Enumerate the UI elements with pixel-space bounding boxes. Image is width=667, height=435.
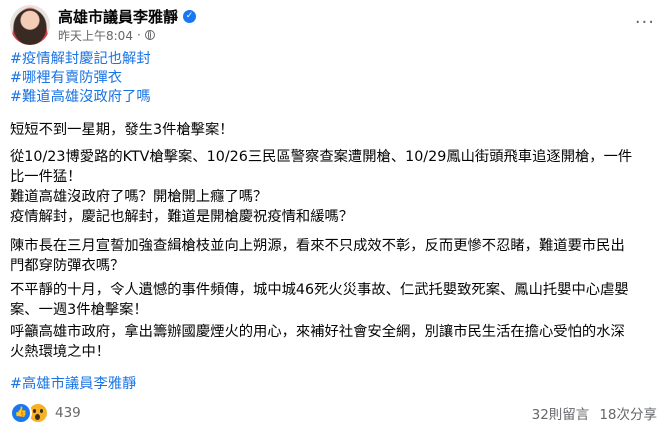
hashtag-link[interactable]: #哪裡有賣防彈衣 — [10, 69, 151, 88]
engagement-stats: 32則留言 18次分享 — [532, 403, 657, 423]
post-paragraph: 不平靜的十月，令人遺憾的事件頻傳，城中城46死火災事故、仁武托嬰致死案、鳳山托嬰… — [10, 281, 629, 320]
hashtag-list: #疫情解封慶記也解封 #哪裡有賣防彈衣 #難道高雄沒政府了嗎 — [10, 50, 151, 107]
author-name[interactable]: 高雄市議員李雅靜 — [58, 6, 178, 27]
post-header: 高雄市議員李雅靜 ✓ 昨天上午8:04 · ··· — [10, 2, 657, 50]
hashtag-link[interactable]: #難道高雄沒政府了嗎 — [10, 88, 151, 107]
post-paragraph: 陳市長在三月宣誓加強查緝槍枝並向上朔源，看來不只成效不彰，反而更慘不忍睹，難道要… — [10, 237, 625, 276]
more-options-icon[interactable]: ··· — [635, 12, 655, 33]
like-reaction-icon: 👍 — [10, 402, 32, 424]
share-count-link[interactable]: 18次分享 — [599, 403, 657, 423]
post-line: 陳市長在三月宣誓加強查緝槍枝並向上朔源，看來不只成效不彰，反而更慘不忍睹，難道要… — [10, 238, 625, 254]
post-paragraph: 難道高雄沒政府了嗎？開槍開上癮了嗎？ 疫情解封，慶記也解封，難道是開槍慶祝疫情和… — [10, 188, 353, 227]
hashtag-link[interactable]: #疫情解封慶記也解封 — [10, 50, 151, 69]
post-line: 不平靜的十月，令人遺憾的事件頻傳，城中城46死火災事故、仁武托嬰致死案、鳳山托嬰… — [10, 282, 629, 298]
post-line: 火熱環境之中！ — [10, 343, 111, 360]
closing-hashtag[interactable]: #高雄市議員李雅靜 — [10, 375, 136, 395]
reaction-count[interactable]: 439 — [55, 405, 81, 421]
post-line: 案、一週3件槍擊案！ — [10, 301, 148, 318]
meta-separator: · — [136, 28, 141, 42]
post-timestamp[interactable]: 昨天上午8:04 — [58, 27, 133, 44]
post-line: 難道高雄沒政府了嗎？開槍開上癮了嗎？ — [10, 189, 268, 205]
post-paragraph: 從10/23博愛路的KTV槍擊案、10/26三民區警察查案遭開槍、10/29鳳山… — [10, 148, 632, 187]
post-line: 從10/23博愛路的KTV槍擊案、10/26三民區警察查案遭開槍、10/29鳳山… — [10, 149, 633, 165]
post-line: 門都穿防彈衣嗎？ — [10, 257, 125, 274]
post-line: 疫情解封，慶記也解封，難道是開槍慶祝疫情和緩嗎？ — [10, 208, 354, 225]
verified-badge-icon: ✓ — [183, 9, 197, 23]
post-footer: 👍 439 32則留言 18次分享 — [10, 398, 657, 426]
post-paragraph: 呼籲高雄市政府，拿出籌辦國慶煙火的用心，來補好社會安全網，別讓市民生活在擔心受怕… — [10, 323, 625, 362]
globe-icon — [144, 30, 155, 40]
author-name-row: 高雄市議員李雅靜 ✓ — [58, 6, 197, 27]
author-avatar[interactable] — [10, 5, 50, 45]
comment-count-link[interactable]: 32則留言 — [532, 403, 590, 423]
post-line: 短短不到一星期，發生3件槍擊案！ — [10, 122, 234, 138]
post-line: 呼籲高雄市政府，拿出籌辦國慶煙火的用心，來補好社會安全網，別讓市民生活在擔心受怕… — [10, 324, 625, 340]
reaction-summary[interactable]: 👍 439 — [10, 402, 81, 424]
post-line: 比一件猛！ — [10, 168, 82, 185]
post-paragraph: 短短不到一星期，發生3件槍擊案！ — [10, 121, 234, 141]
post-meta: 昨天上午8:04 · — [58, 27, 155, 43]
